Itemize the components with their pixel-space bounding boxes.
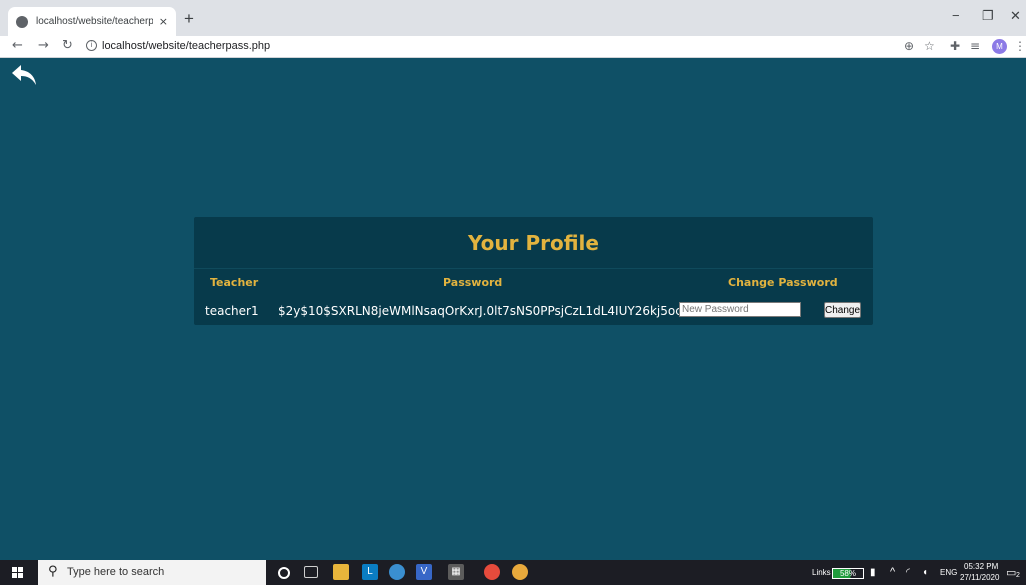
clock-date[interactable]: 27/11/2020 xyxy=(960,573,999,582)
search-placeholder: Type here to search xyxy=(67,566,165,578)
new-tab-button[interactable]: + xyxy=(184,9,194,29)
teacher-cell: teacher1 xyxy=(205,304,259,318)
battery-icon[interactable]: ▮ xyxy=(870,567,876,578)
wifi-icon[interactable]: ◜ xyxy=(906,567,910,578)
battery-indicator[interactable]: 58% xyxy=(832,568,864,579)
bookmark-star-icon[interactable]: ☆ xyxy=(924,39,935,53)
tab-title: localhost/website/teacherpass.p xyxy=(36,16,153,27)
reading-list-icon[interactable]: ≡ xyxy=(970,39,980,53)
page-body: Your Profile Teacher Password Change Pas… xyxy=(0,58,1026,557)
browser-tab[interactable]: localhost/website/teacherpass.p × xyxy=(8,7,176,36)
forward-nav-icon[interactable]: → xyxy=(38,38,49,53)
clock-time[interactable]: 05:32 PM xyxy=(964,562,998,571)
chevron-up-icon[interactable]: ^ xyxy=(890,566,895,578)
app-l-icon[interactable]: L xyxy=(362,564,378,580)
task-view-icon[interactable] xyxy=(304,566,318,578)
links-label[interactable]: Links xyxy=(812,568,831,577)
calculator-icon[interactable]: ▦ xyxy=(448,564,464,580)
back-nav-icon[interactable]: ← xyxy=(12,38,23,53)
zoom-icon[interactable]: ⊕ xyxy=(904,39,914,53)
divider xyxy=(194,268,873,269)
column-header-teacher: Teacher xyxy=(210,276,259,289)
notification-count: 2 xyxy=(1016,572,1020,579)
vscode-icon[interactable]: V xyxy=(416,564,432,580)
address-bar[interactable]: localhost/website/teacherpass.php xyxy=(102,40,270,52)
column-header-password: Password xyxy=(443,276,503,289)
new-password-input[interactable] xyxy=(679,302,801,317)
browser-tabstrip: localhost/website/teacherpass.p × + − ❐ … xyxy=(0,0,1026,36)
language-indicator[interactable]: ENG xyxy=(940,568,957,577)
chrome-icon[interactable] xyxy=(484,564,500,580)
column-header-change-password: Change Password xyxy=(728,276,838,289)
change-password-button[interactable]: Change xyxy=(824,302,861,318)
close-window-button[interactable]: ✕ xyxy=(1010,8,1021,24)
tab-close-icon[interactable]: × xyxy=(159,15,168,28)
page-title: Your Profile xyxy=(468,231,599,255)
search-icon: ⚲ xyxy=(48,564,58,579)
password-hash-cell: $2y$10$SXRLN8jeWMlNsaqOrKxrJ.0lt7sNS0PPs… xyxy=(278,304,697,318)
taskbar: ⚲ Type here to search L V ▦ Links 58% ▮ … xyxy=(0,560,1026,585)
chrome-active-icon[interactable] xyxy=(512,564,528,580)
taskbar-search[interactable]: ⚲ Type here to search xyxy=(38,560,266,585)
windows-start-icon[interactable] xyxy=(12,567,24,579)
file-explorer-icon[interactable] xyxy=(333,564,349,580)
browser-toolbar: ← → ↻ i localhost/website/teacherpass.ph… xyxy=(0,36,1026,58)
notification-icon[interactable]: ▭ xyxy=(1006,566,1016,579)
browser-app-icon[interactable] xyxy=(389,564,405,580)
back-arrow-icon[interactable] xyxy=(10,63,38,87)
reload-icon[interactable]: ↻ xyxy=(62,38,73,53)
volume-icon[interactable]: ◖ xyxy=(922,567,928,578)
minimize-button[interactable]: − xyxy=(952,8,960,23)
globe-icon xyxy=(16,15,28,28)
menu-icon[interactable]: ⋮ xyxy=(1014,39,1026,53)
info-icon[interactable]: i xyxy=(86,40,97,51)
restore-button[interactable]: ❐ xyxy=(982,8,994,24)
profile-card: Your Profile Teacher Password Change Pas… xyxy=(194,217,873,325)
extensions-icon[interactable]: ✚ xyxy=(950,39,960,53)
cortana-icon[interactable] xyxy=(278,567,290,579)
profile-avatar[interactable]: M xyxy=(992,39,1007,54)
